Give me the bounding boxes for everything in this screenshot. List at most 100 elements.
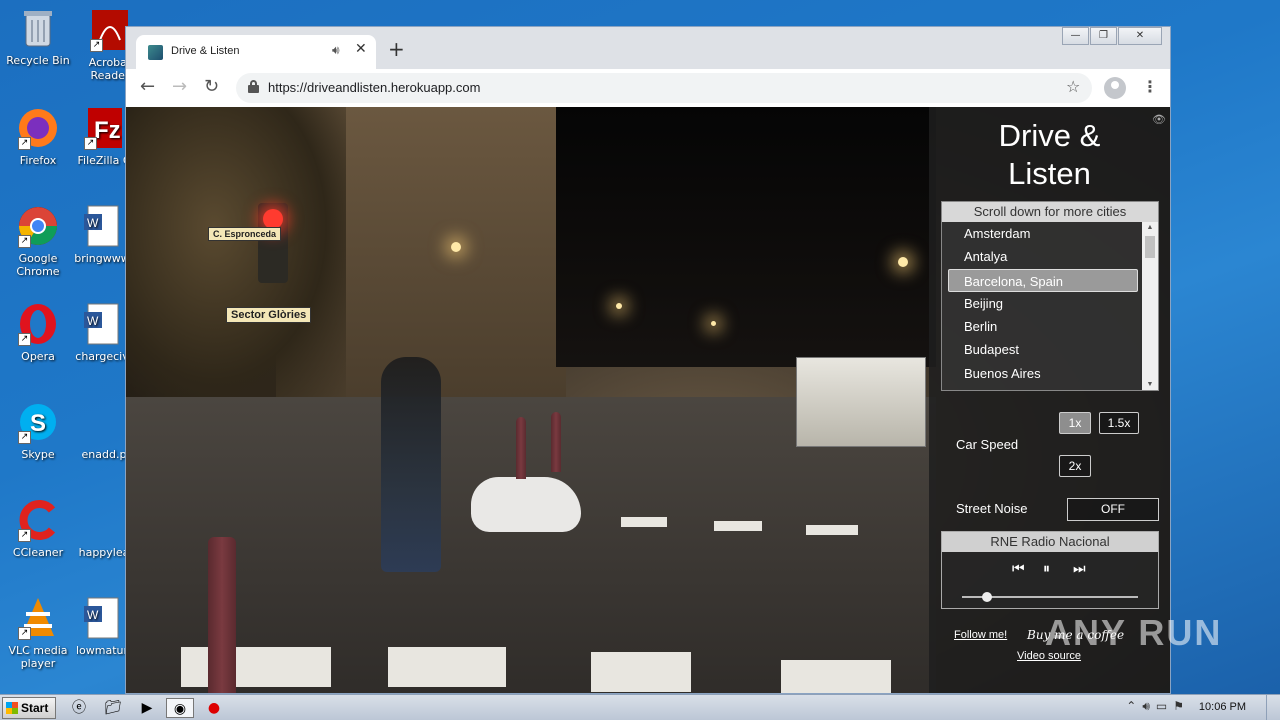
back-arrow-icon[interactable]: ← bbox=[140, 77, 155, 97]
shortcut-arrow-icon: ↗ bbox=[18, 235, 31, 248]
city-list-header: Scroll down for more cities bbox=[942, 202, 1158, 222]
browser-menu-icon[interactable]: ⋮ bbox=[1142, 77, 1158, 96]
speaker-icon[interactable]: 🔊︎ bbox=[332, 43, 340, 58]
close-window-button[interactable]: ✕ bbox=[1118, 27, 1162, 45]
control-panel: 👁︎ Drive & Listen Scroll down for more c… bbox=[929, 107, 1170, 693]
new-tab-button[interactable]: + bbox=[388, 39, 405, 59]
page-content: C. Espronceda Sector Glòries 👁︎ Drive & … bbox=[126, 107, 1170, 693]
speed-1-5x-button[interactable]: 1.5x bbox=[1099, 412, 1139, 434]
browser-titlebar: Drive & Listen 🔊︎ ✕ + — ❐ ✕ bbox=[126, 27, 1170, 69]
desktop-icon-ccleaner[interactable]: ↗ CCleaner bbox=[0, 498, 76, 559]
next-track-icon[interactable]: ⏭︎ bbox=[1073, 560, 1086, 577]
scrollbar-thumb[interactable] bbox=[1145, 236, 1155, 258]
opera-taskbar-icon[interactable]: ● bbox=[203, 698, 225, 718]
desktop-icon-recycle-bin[interactable]: Recycle Bin bbox=[0, 6, 76, 67]
city-item[interactable]: Antalya bbox=[942, 245, 1144, 268]
clock[interactable]: 10:06 PM bbox=[1199, 701, 1246, 713]
follow-me-link[interactable]: Follow me! bbox=[954, 629, 1007, 641]
pause-icon[interactable]: ⏸︎ bbox=[1043, 560, 1050, 577]
word-doc-icon: W bbox=[80, 596, 124, 640]
desktop-icon-skype[interactable]: S ↗ Skype bbox=[0, 400, 76, 461]
start-button[interactable]: Start bbox=[2, 697, 56, 719]
shortcut-arrow-icon: ↗ bbox=[18, 627, 31, 640]
close-tab-icon[interactable]: ✕ bbox=[355, 41, 367, 57]
volume-slider[interactable] bbox=[962, 592, 1138, 602]
shortcut-arrow-icon: ↗ bbox=[90, 39, 103, 52]
svg-text:S: S bbox=[30, 410, 46, 437]
window-controls: — ❐ ✕ bbox=[1061, 27, 1162, 45]
browser-window: Drive & Listen 🔊︎ ✕ + — ❐ ✕ ← → ↻ https:… bbox=[125, 26, 1171, 694]
file-icon bbox=[82, 400, 126, 444]
svg-text:W: W bbox=[87, 608, 99, 622]
file-icon bbox=[82, 498, 126, 542]
city-list: Amsterdam Antalya Barcelona, Spain Beiji… bbox=[942, 222, 1144, 385]
word-doc-icon: W bbox=[80, 302, 124, 346]
desktop-icon-label: Skype bbox=[21, 448, 55, 461]
reload-icon[interactable]: ↻ bbox=[204, 77, 219, 97]
street-noise-toggle[interactable]: OFF bbox=[1067, 498, 1159, 521]
svg-text:W: W bbox=[87, 216, 99, 230]
shortcut-arrow-icon: ↗ bbox=[18, 529, 31, 542]
anyrun-watermark: ANY RUN bbox=[1045, 612, 1223, 653]
city-item[interactable]: Buenos Aires bbox=[942, 362, 1144, 385]
app-title-line1: Drive & bbox=[998, 118, 1101, 153]
browser-toolbar: ← → ↻ https://driveandlisten.herokuapp.c… bbox=[126, 69, 1170, 107]
lock-icon bbox=[248, 80, 259, 93]
svg-text:W: W bbox=[87, 314, 99, 328]
shortcut-arrow-icon: ↗ bbox=[18, 431, 31, 444]
profile-avatar-icon[interactable] bbox=[1104, 77, 1126, 99]
city-item[interactable]: Amsterdam bbox=[942, 222, 1144, 245]
windows-logo-icon bbox=[6, 702, 18, 714]
chrome-icon: ↗ bbox=[16, 204, 60, 248]
direction-sign: Sector Glòries bbox=[226, 307, 312, 323]
radio-player: RNE Radio Nacional ⏮︎ ⏸︎ ⏭︎ bbox=[941, 531, 1159, 609]
file-explorer-icon[interactable]: 📁︎ bbox=[102, 698, 124, 718]
start-label: Start bbox=[21, 701, 49, 715]
vlc-icon: ↗ bbox=[16, 596, 60, 640]
maximize-button[interactable]: ❐ bbox=[1090, 27, 1117, 45]
bookmark-star-icon[interactable]: ☆ bbox=[1066, 77, 1080, 96]
opera-icon: ↗ bbox=[16, 302, 60, 346]
slider-knob[interactable] bbox=[981, 592, 992, 602]
speed-2x-button[interactable]: 2x bbox=[1059, 455, 1091, 477]
shortcut-arrow-icon: ↗ bbox=[18, 137, 31, 150]
city-item[interactable]: Beijing bbox=[942, 292, 1144, 315]
car-speed-label: Car Speed bbox=[956, 437, 1019, 452]
scroll-up-icon[interactable]: ▲ bbox=[1142, 224, 1158, 231]
media-player-icon[interactable]: ▶ bbox=[136, 698, 158, 718]
shortcut-arrow-icon: ↗ bbox=[18, 333, 31, 346]
speed-1x-button[interactable]: 1x bbox=[1059, 412, 1091, 434]
desktop-icon-label: Firefox bbox=[19, 154, 57, 167]
street-noise-label: Street Noise bbox=[956, 501, 1028, 516]
street-sign: C. Espronceda bbox=[208, 227, 282, 241]
show-desktop-button[interactable] bbox=[1266, 695, 1280, 720]
skype-icon: S ↗ bbox=[16, 400, 60, 444]
desktop-icon-label: Recycle Bin bbox=[6, 54, 70, 67]
svg-text:Fz: Fz bbox=[94, 117, 121, 144]
address-url[interactable]: https://driveandlisten.herokuapp.com bbox=[268, 80, 480, 95]
forward-arrow-icon[interactable]: → bbox=[172, 77, 187, 97]
city-item[interactable]: Berlin bbox=[942, 315, 1144, 338]
firefox-icon: ↗ bbox=[16, 106, 60, 150]
app-title-line2: Listen bbox=[1008, 156, 1091, 191]
internet-explorer-icon[interactable]: ⓔ bbox=[68, 698, 90, 718]
app-title: Drive & Listen bbox=[929, 117, 1170, 193]
taskbar: Start ⓔ 📁︎ ▶ ◉ ● ⌃🔊︎▭⚑ 10:06 PM bbox=[0, 694, 1280, 720]
city-item[interactable]: Budapest bbox=[942, 338, 1144, 361]
desktop-icon-firefox[interactable]: ↗ Firefox bbox=[0, 106, 76, 167]
radio-station-name: RNE Radio Nacional bbox=[942, 532, 1158, 552]
city-list-scrollbar[interactable]: ▲ ▼ bbox=[1142, 222, 1158, 390]
ccleaner-icon: ↗ bbox=[16, 498, 60, 542]
minimize-button[interactable]: — bbox=[1062, 27, 1089, 45]
desktop-icon-label: CCleaner bbox=[12, 546, 64, 559]
filezilla-icon: Fz ↗ bbox=[82, 106, 126, 150]
city-selector[interactable]: Scroll down for more cities Amsterdam An… bbox=[941, 201, 1159, 391]
scroll-down-icon[interactable]: ▼ bbox=[1142, 381, 1158, 388]
address-bar[interactable]: https://driveandlisten.herokuapp.com bbox=[236, 73, 1092, 103]
previous-track-icon[interactable]: ⏮︎ bbox=[1012, 560, 1025, 577]
chrome-taskbar-icon[interactable]: ◉ bbox=[166, 698, 194, 718]
system-tray[interactable]: ⌃🔊︎▭⚑ bbox=[1126, 699, 1190, 714]
recycle-bin-icon bbox=[16, 6, 60, 50]
tab-drive-and-listen[interactable]: Drive & Listen 🔊︎ ✕ bbox=[136, 35, 376, 69]
city-item-selected[interactable]: Barcelona, Spain bbox=[948, 268, 1138, 292]
